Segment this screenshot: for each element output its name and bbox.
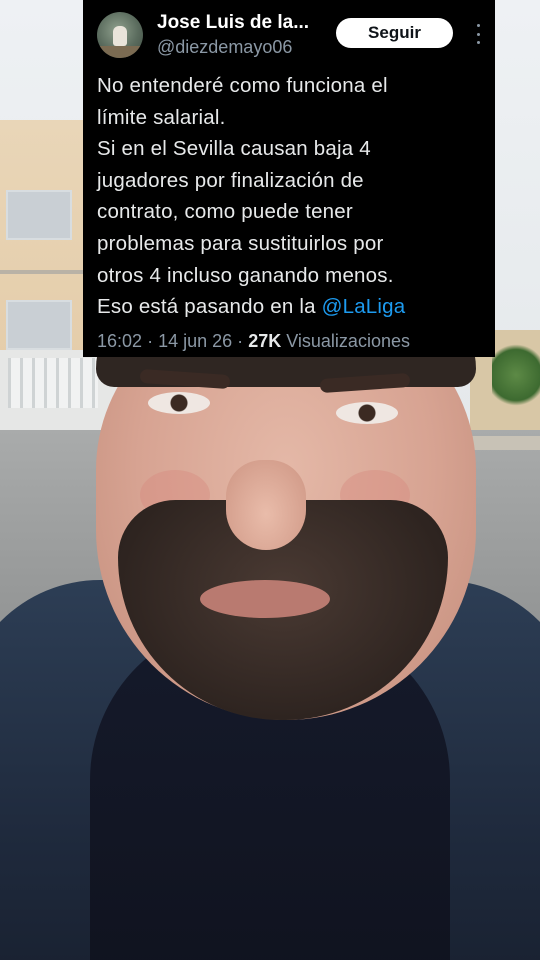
tweet-text-line: límite salarial.: [97, 105, 226, 129]
tweet-text: No entenderé como funciona el límite sal…: [97, 70, 481, 323]
video-frame: Jose Luis de la... @diezdemayo06 Seguir …: [0, 0, 540, 960]
meta-separator: ·: [237, 330, 244, 351]
tweet-text-line: contrato, como puede tener: [97, 200, 353, 224]
avatar[interactable]: [97, 12, 143, 58]
right-eye: [336, 402, 398, 424]
tweet-text-line: jugadores por finalización de: [97, 168, 364, 192]
tweet-date[interactable]: 14 jun 26: [158, 331, 232, 351]
tweet-text-last-line: Eso está pasando en la @LaLiga: [97, 291, 481, 323]
tweet-text-line: Eso está pasando en la: [97, 295, 316, 319]
meta-separator: ·: [147, 330, 154, 351]
tweet-text-line: problemas para sustituirlos por: [97, 231, 384, 255]
gate: [8, 358, 98, 408]
author-name[interactable]: Jose Luis de la...: [157, 12, 309, 34]
tweet-card: Jose Luis de la... @diezdemayo06 Seguir …: [83, 0, 495, 357]
more-vertical-icon[interactable]: [475, 24, 481, 44]
views-count: 27K: [248, 330, 282, 351]
tweet-text-line: otros 4 incluso ganando menos.: [97, 263, 394, 287]
tweet-text-line: No entenderé como funciona el: [97, 74, 388, 97]
mention-link[interactable]: @LaLiga: [322, 295, 406, 318]
nose: [226, 460, 306, 550]
left-eye: [148, 392, 210, 414]
curb: [470, 436, 540, 450]
trees: [492, 340, 540, 410]
tweet-time[interactable]: 16:02: [97, 331, 142, 351]
follow-button[interactable]: Seguir: [336, 18, 453, 48]
tweet-header: Jose Luis de la... @diezdemayo06 Seguir: [97, 10, 481, 62]
author-handle[interactable]: @diezdemayo06: [157, 37, 292, 58]
mouth: [200, 580, 330, 618]
tweet-text-line: Si en el Sevilla causan baja 4: [97, 137, 371, 161]
tweet-meta: 16:02 · 14 jun 26 · 27K Visualizaciones: [97, 331, 481, 352]
views-label: Visualizaciones: [286, 330, 410, 351]
